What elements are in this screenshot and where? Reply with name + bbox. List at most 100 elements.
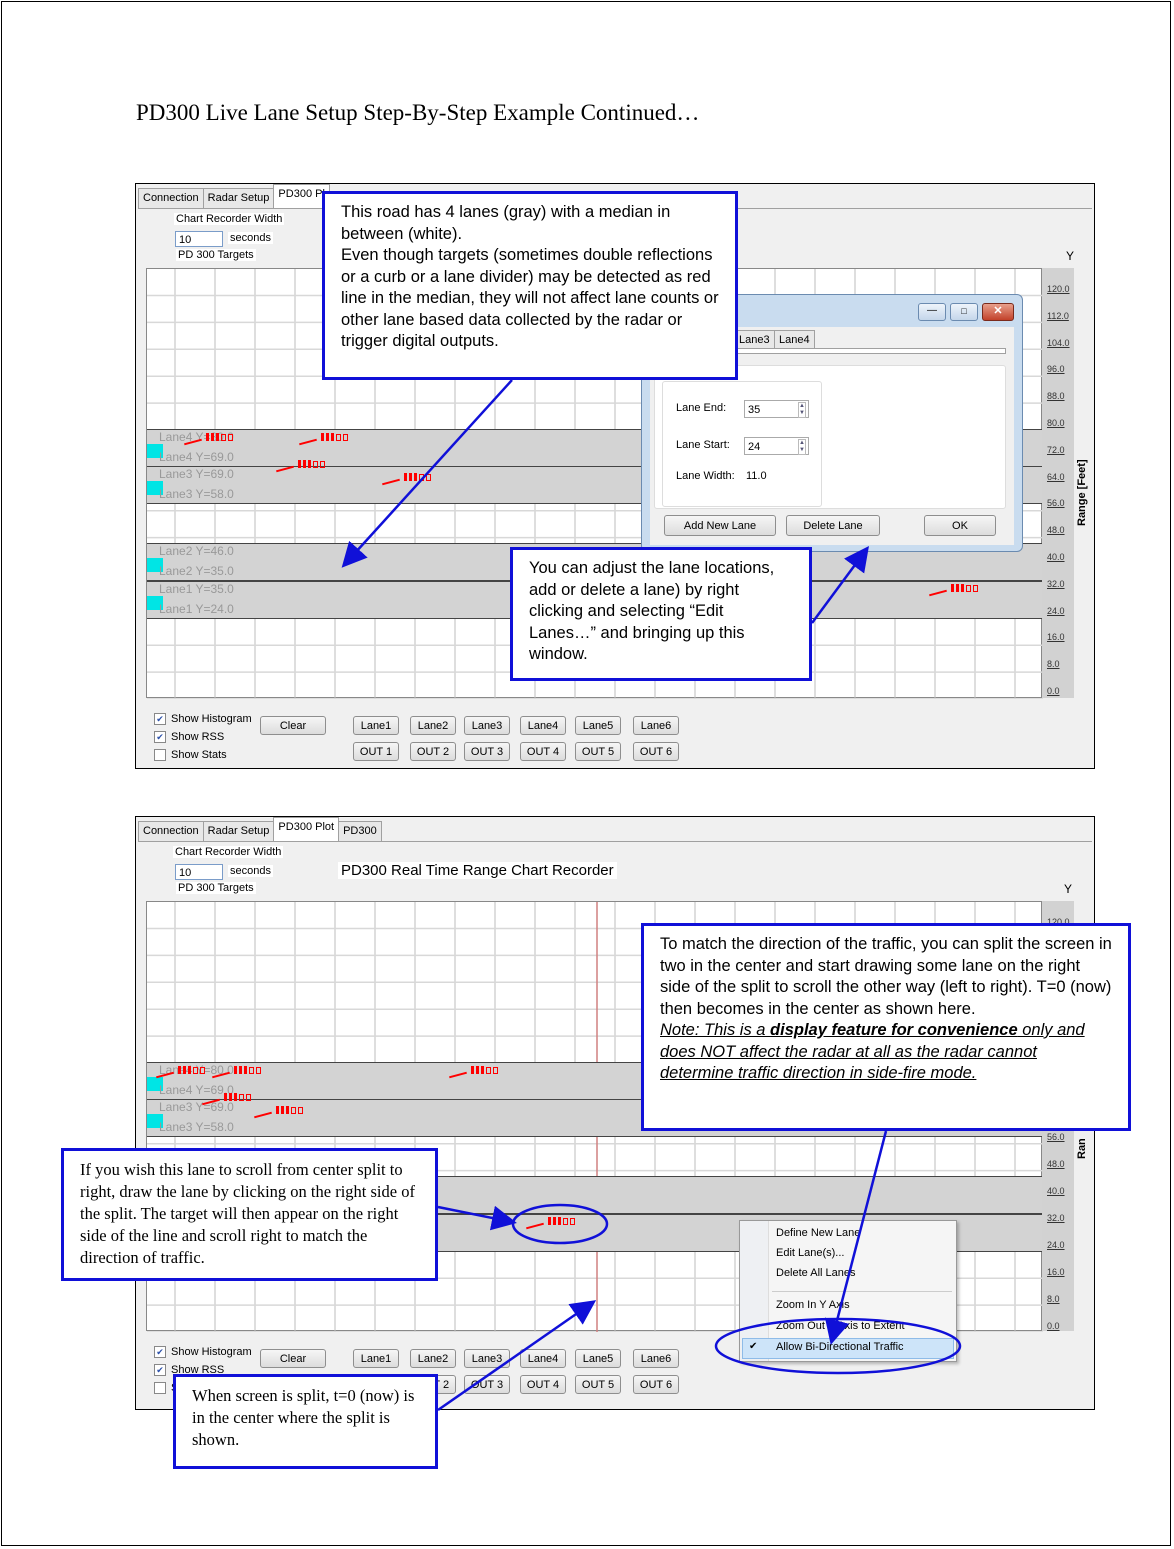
checkbox-icon[interactable]: ✔ (154, 1364, 166, 1376)
checkbox-icon[interactable]: ✔ (154, 731, 166, 743)
target-marker (951, 584, 978, 593)
lane-button-5[interactable]: Lane5 (575, 1349, 621, 1368)
tab-bar: Connection Radar Setup PD300 Pl (138, 184, 330, 208)
out-button-4[interactable]: OUT 4 (520, 1375, 566, 1394)
lane-button-6[interactable]: Lane6 (633, 1349, 679, 1368)
chart-recorder-width-label: Chart Recorder Width (174, 213, 285, 225)
checkbox-show-rss[interactable]: ✔ Show RSS (154, 731, 224, 743)
lane-bottom-label: Lane4 Y=69.0 (159, 1083, 234, 1097)
checkbox-label: Show Histogram (171, 1346, 252, 1358)
lane-end-label: Lane End: (676, 402, 727, 414)
lane-bottom-label: Lane2 Y=35.0 (159, 564, 234, 578)
menu-item-edit-lane-s[interactable]: Edit Lane(s)... (776, 1247, 844, 1259)
out-button-3[interactable]: OUT 3 (464, 1375, 510, 1394)
menu-item-allow-bi-directional-traffic[interactable]: Allow Bi-Directional Traffic (776, 1341, 904, 1353)
y-tick-label: 48.0 (1047, 525, 1065, 536)
y-tick-label: 32.0 (1047, 1213, 1065, 1223)
tab-pd300-plot[interactable]: PD300 Plot (273, 817, 340, 841)
target-marker (276, 1106, 303, 1115)
out-button-6[interactable]: OUT 6 (633, 742, 679, 761)
checkbox-show-stats[interactable]: Show Stats (154, 749, 227, 761)
lane-start-spinner[interactable]: 24 ▲ ▼ (744, 437, 809, 455)
y-tick-label: 24.0 (1047, 1240, 1065, 1250)
out-button-5[interactable]: OUT 5 (575, 1375, 621, 1394)
lane-bottom-label: Lane1 Y=24.0 (159, 602, 234, 616)
tab-connection[interactable]: Connection (138, 188, 204, 208)
target-marker (321, 433, 348, 442)
callout-split: When screen is split, t=0 (now) is in th… (173, 1374, 438, 1469)
menu-item-define-new-lane[interactable]: Define New Lane (776, 1227, 860, 1239)
tab-radar-setup[interactable]: Radar Setup (202, 821, 275, 841)
maximize-button[interactable]: □ (950, 303, 978, 321)
lane-button-1[interactable]: Lane1 (353, 716, 399, 735)
minimize-button[interactable]: — (918, 303, 946, 321)
seconds-input[interactable]: 10 (175, 231, 223, 247)
close-button[interactable]: ✕ (982, 303, 1014, 321)
lane-button-4[interactable]: Lane4 (520, 716, 566, 735)
y-tick-label: 104.0 (1047, 337, 1070, 348)
ok-button[interactable]: OK (924, 515, 996, 536)
menu-item-zoom-in-y-axis[interactable]: Zoom In Y Axis (776, 1299, 850, 1311)
y-tick-label: 0.0 (1047, 1321, 1060, 1331)
out-button-5[interactable]: OUT 5 (575, 742, 621, 761)
checkbox-icon[interactable]: ✔ (154, 1346, 166, 1358)
menu-item-delete-all-lanes[interactable]: Delete All Lanes (776, 1267, 856, 1279)
spinner-arrows-icon[interactable]: ▲ ▼ (798, 402, 806, 418)
tab-radar-setup[interactable]: Radar Setup (202, 188, 275, 208)
clear-button[interactable]: Clear (260, 716, 326, 735)
out-button-6[interactable]: OUT 6 (633, 1375, 679, 1394)
checkbox-show-histogram[interactable]: ✔ Show Histogram (154, 713, 252, 725)
y-tick-label: 72.0 (1047, 444, 1065, 455)
lane-bottom-label: Lane3 Y=58.0 (159, 1120, 234, 1134)
out-button-1[interactable]: OUT 1 (353, 742, 399, 761)
y-tick-label: 56.0 (1047, 498, 1065, 509)
lane-button-6[interactable]: Lane6 (633, 716, 679, 735)
callout-edit-lanes: You can adjust the lane locations, add o… (510, 547, 812, 681)
checkbox-show-histogram[interactable]: ✔ Show Histogram (154, 1346, 252, 1358)
lane-end-spinner[interactable]: 35 ▲ ▼ (744, 400, 809, 418)
dialog-tab-lane4[interactable]: Lane4 (774, 330, 815, 350)
chart-recorder-width-label: Chart Recorder Width (173, 846, 284, 858)
dialog-tab-lane3[interactable]: Lane3 (734, 330, 775, 350)
seconds-input[interactable]: 10 (175, 864, 223, 880)
tab-connection[interactable]: Connection (138, 821, 204, 841)
checkbox-icon[interactable] (154, 749, 166, 761)
out-button-4[interactable]: OUT 4 (520, 742, 566, 761)
targets-label: PD 300 Targets (176, 882, 256, 894)
lane-button-2[interactable]: Lane2 (410, 716, 456, 735)
lane-button-3[interactable]: Lane3 (464, 716, 510, 735)
callout-scroll-right-text: If you wish this lane to scroll from cen… (80, 1160, 415, 1267)
lane-button-4[interactable]: Lane4 (520, 1349, 566, 1368)
context-menu: Define New Lane Edit Lane(s)... Delete All… (739, 1220, 957, 1362)
lane-end-value: 35 (748, 404, 761, 416)
y-tick-label: 40.0 (1047, 1186, 1065, 1196)
delete-lane-button[interactable]: Delete Lane (786, 515, 880, 536)
callout-scroll-right: If you wish this lane to scroll from cen… (61, 1148, 438, 1281)
tab-pd300[interactable]: PD300 (338, 821, 382, 841)
y-tick-label: 96.0 (1047, 364, 1065, 375)
clear-button[interactable]: Clear (260, 1349, 326, 1368)
checkbox-icon[interactable] (154, 1382, 166, 1394)
lane-button-3[interactable]: Lane3 (464, 1349, 510, 1368)
target-marker (548, 1217, 575, 1226)
target-marker (206, 433, 233, 442)
out-button-2[interactable]: OUT 2 (410, 742, 456, 761)
lane-start-value: 24 (748, 441, 761, 453)
seconds-label: seconds (228, 865, 273, 877)
lane-bottom-label: Lane3 Y=58.0 (159, 487, 234, 501)
checkbox-icon[interactable]: ✔ (154, 713, 166, 725)
target-marker (224, 1093, 251, 1102)
spinner-arrows-icon[interactable]: ▲ ▼ (798, 439, 806, 455)
y-axis-label: Y (1066, 249, 1075, 263)
range-axis-label: Ran (1076, 1138, 1088, 1159)
lane-button-2[interactable]: Lane2 (410, 1349, 456, 1368)
y-tick-label: 0.0 (1047, 686, 1060, 696)
y-tick-label: 24.0 (1047, 605, 1065, 616)
y-tick-label: 112.0 (1047, 310, 1069, 321)
lane-button-1[interactable]: Lane1 (353, 1349, 399, 1368)
lane-width-label: Lane Width: (676, 470, 735, 482)
add-new-lane-button[interactable]: Add New Lane (664, 515, 776, 536)
out-button-3[interactable]: OUT 3 (464, 742, 510, 761)
lane-button-5[interactable]: Lane5 (575, 716, 621, 735)
menu-item-zoom-out-y-axis-to-extent[interactable]: Zoom Out Y Axis to Extent (776, 1320, 905, 1332)
